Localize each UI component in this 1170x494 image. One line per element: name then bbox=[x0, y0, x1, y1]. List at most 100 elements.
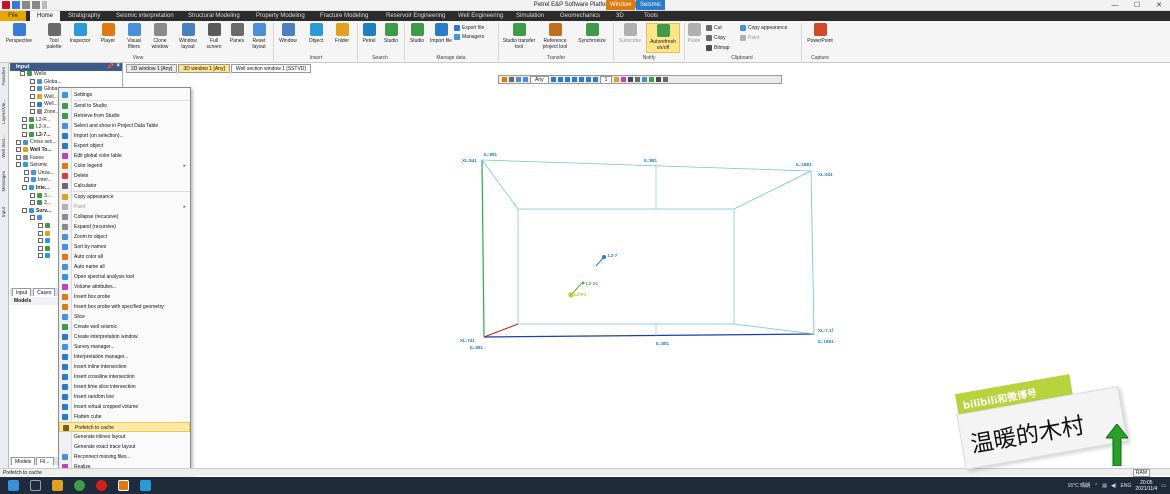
background-icon[interactable] bbox=[635, 77, 641, 82]
paste-button[interactable]: Paste bbox=[686, 23, 702, 44]
close-button[interactable]: ✕ bbox=[1148, 0, 1170, 10]
edge-icon[interactable] bbox=[140, 480, 151, 491]
inspector-button[interactable]: Inspector bbox=[68, 23, 92, 44]
side-tab-favorites[interactable]: Favorites bbox=[1, 67, 8, 86]
context-tab-seismic[interactable]: Seismic bbox=[636, 0, 666, 10]
select-icon[interactable] bbox=[502, 77, 507, 82]
synchronize-button[interactable]: Synchronize bbox=[574, 23, 610, 44]
tab-well-section-window[interactable]: Well section window 1 [SSTVD] bbox=[230, 64, 311, 73]
reference-project-tool-button[interactable]: Reference project tool bbox=[538, 23, 572, 50]
language-indicator[interactable]: ENG bbox=[1121, 483, 1132, 489]
visibility-checkbox[interactable] bbox=[22, 185, 27, 191]
paint-button[interactable]: Paint bbox=[740, 35, 759, 41]
visibility-checkbox[interactable] bbox=[16, 139, 21, 145]
visibility-checkbox[interactable] bbox=[16, 147, 21, 153]
view-south-icon[interactable] bbox=[564, 77, 570, 82]
tab-input[interactable]: Input bbox=[12, 288, 32, 296]
visual-filters-button[interactable]: Visual filters bbox=[122, 23, 146, 50]
menu-item[interactable]: Insert crossline intersection bbox=[59, 372, 190, 382]
chrome-icon[interactable] bbox=[74, 480, 85, 491]
view-north-icon[interactable] bbox=[557, 77, 563, 82]
visibility-checkbox[interactable] bbox=[22, 207, 27, 213]
measure-icon[interactable] bbox=[621, 77, 627, 82]
tab-file[interactable]: File bbox=[0, 11, 26, 21]
studio-transfer-tool-button[interactable]: Studio transfer tool bbox=[502, 23, 536, 50]
visibility-checkbox[interactable] bbox=[30, 78, 35, 84]
tree-row[interactable]: Wells bbox=[10, 71, 122, 79]
visibility-checkbox[interactable] bbox=[30, 101, 35, 107]
subscribe-button[interactable]: Subscribe bbox=[616, 23, 644, 44]
export-file-button[interactable]: Export file bbox=[454, 25, 484, 31]
maximize-button[interactable]: ☐ bbox=[1126, 0, 1148, 10]
window-layout-button[interactable]: Window layout bbox=[176, 23, 200, 50]
menu-item[interactable]: Auto color all bbox=[59, 252, 190, 262]
view-east-icon[interactable] bbox=[571, 77, 577, 82]
light-icon[interactable] bbox=[614, 77, 620, 82]
tab-2d-window[interactable]: 2D window 1 [Any] bbox=[126, 64, 178, 73]
perspective-icon[interactable] bbox=[592, 77, 598, 82]
folder-insert-button[interactable]: Folder bbox=[330, 23, 354, 44]
menu-item[interactable]: Settings bbox=[59, 90, 190, 100]
menu-item[interactable]: Create well seismic bbox=[59, 322, 190, 332]
menu-item[interactable]: Sort by names bbox=[59, 242, 190, 252]
view-all-icon[interactable] bbox=[585, 77, 591, 82]
tab-fracture-modeling[interactable]: Fracture Modeling bbox=[320, 11, 368, 21]
menu-item[interactable]: Survey manager... bbox=[59, 342, 190, 352]
tab-property-modeling[interactable]: Property Modeling bbox=[256, 11, 305, 21]
visibility-checkbox[interactable] bbox=[38, 253, 43, 259]
menu-item[interactable]: Interpretation manager... bbox=[59, 352, 190, 362]
context-tab-window[interactable]: Window bbox=[606, 0, 636, 10]
visibility-checkbox[interactable] bbox=[30, 215, 35, 221]
perspective-button[interactable]: Perspective bbox=[4, 23, 34, 44]
visibility-checkbox[interactable] bbox=[22, 116, 27, 122]
zscale-input[interactable]: 1 bbox=[599, 75, 613, 84]
menu-item[interactable]: Auto name all bbox=[59, 262, 190, 272]
minimize-button[interactable]: — bbox=[1104, 0, 1126, 10]
visibility-checkbox[interactable] bbox=[24, 169, 29, 175]
tab-models[interactable]: Models bbox=[11, 457, 36, 465]
zoom-icon[interactable] bbox=[516, 77, 521, 82]
bitmap-button[interactable]: Bitmap bbox=[706, 45, 730, 51]
menu-item[interactable]: Insert virtual cropped volume bbox=[59, 402, 190, 412]
menu-item[interactable]: Import (on selection)... bbox=[59, 131, 190, 141]
visibility-checkbox[interactable] bbox=[30, 109, 35, 115]
tab-seismic-interpretation[interactable]: Seismic interpretation bbox=[116, 11, 174, 21]
network-icon[interactable]: ▤ bbox=[1102, 483, 1107, 489]
visibility-checkbox[interactable] bbox=[30, 192, 35, 198]
menu-item[interactable]: Insert box probe bbox=[59, 292, 190, 302]
cut-button[interactable]: Cut bbox=[706, 25, 722, 31]
chevron-up-icon[interactable]: ⌃ bbox=[1094, 483, 1098, 489]
petrel-app-icon[interactable] bbox=[118, 480, 129, 491]
menu-item[interactable]: Insert random line bbox=[59, 392, 190, 402]
visibility-checkbox[interactable] bbox=[38, 245, 43, 251]
clone-window-button[interactable]: Clone window bbox=[148, 23, 172, 50]
auto-legend-icon[interactable] bbox=[649, 77, 655, 82]
tab-stratigraphy[interactable]: Stratigraphy bbox=[68, 11, 100, 21]
pin-icon[interactable]: 📌 bbox=[107, 63, 114, 70]
view-west-icon[interactable] bbox=[578, 77, 584, 82]
menu-item[interactable]: Open spectral analysis tool bbox=[59, 272, 190, 282]
tab-reservoir-engineering[interactable]: Reservoir Engineering bbox=[386, 11, 445, 21]
menu-item[interactable]: Export object bbox=[59, 141, 190, 151]
pan-icon[interactable] bbox=[509, 77, 514, 82]
axis-icon[interactable] bbox=[628, 77, 634, 82]
menu-item[interactable]: Flatten cube bbox=[59, 412, 190, 422]
tab-simulation[interactable]: Simulation bbox=[516, 11, 544, 21]
notification-icon[interactable]: ▭ bbox=[1161, 483, 1166, 489]
tab-home[interactable]: Home bbox=[30, 11, 60, 21]
window-insert-button[interactable]: Window bbox=[276, 23, 300, 44]
view-up-icon[interactable] bbox=[550, 77, 556, 82]
menu-item[interactable]: Zoom to object bbox=[59, 232, 190, 242]
visibility-checkbox[interactable] bbox=[38, 223, 43, 229]
visibility-checkbox[interactable] bbox=[22, 131, 27, 137]
menu-item[interactable]: Create interpretation window bbox=[59, 332, 190, 342]
object-insert-button[interactable]: Object bbox=[304, 23, 328, 44]
rotate-icon[interactable] bbox=[523, 77, 528, 82]
studio-search-button[interactable]: Studio bbox=[380, 23, 402, 44]
player-button[interactable]: Player bbox=[96, 23, 120, 44]
full-screen-button[interactable]: Full screen bbox=[202, 23, 226, 50]
copy-button[interactable]: Copy bbox=[706, 35, 726, 41]
menu-item[interactable]: Delete bbox=[59, 171, 190, 181]
visibility-checkbox[interactable] bbox=[30, 86, 35, 92]
windows-start-icon[interactable] bbox=[8, 480, 19, 491]
